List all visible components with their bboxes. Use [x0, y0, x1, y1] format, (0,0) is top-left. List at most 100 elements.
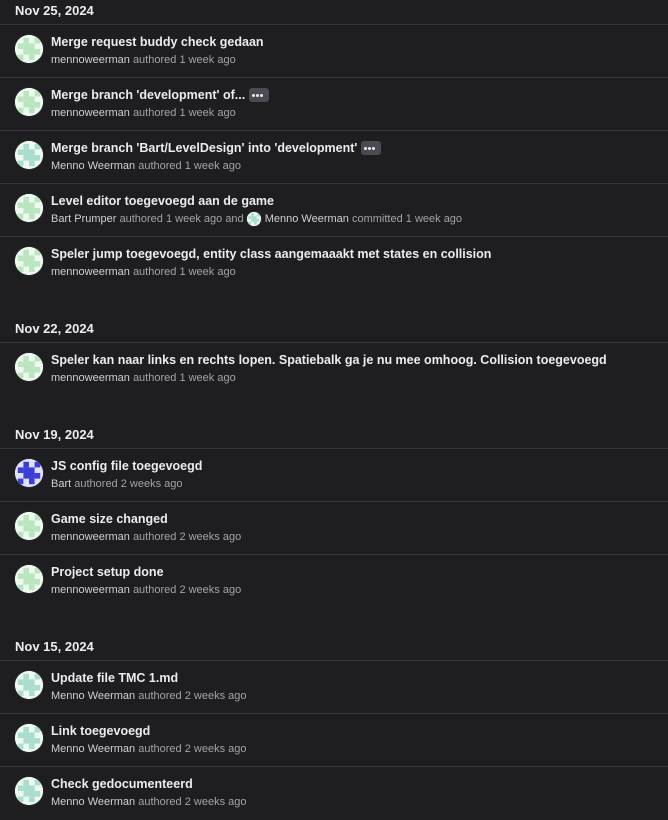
- commit-title[interactable]: Speler kan naar links en rechts lopen. S…: [51, 353, 607, 367]
- committer-link[interactable]: Menno Weerman: [265, 211, 349, 227]
- author-link[interactable]: mennoweerman: [51, 52, 130, 68]
- authored-label: authored: [132, 266, 177, 278]
- author-link[interactable]: mennoweerman: [51, 529, 130, 545]
- authored-label: authored: [119, 213, 163, 225]
- commit-content: Merge branch 'development' of... mennowee…: [51, 78, 270, 121]
- authored-label: authored: [132, 531, 177, 543]
- author-link[interactable]: Bart: [51, 476, 71, 492]
- commit-row[interactable]: Update file TMC 1.md Menno Weerman author…: [0, 661, 668, 714]
- commit-row[interactable]: Merge branch 'Bart/LevelDesign' into 'de…: [0, 131, 668, 184]
- author-avatar[interactable]: [15, 88, 43, 116]
- day-spacer: [0, 608, 668, 636]
- commit-title[interactable]: JS config file toegevoegd: [51, 459, 202, 473]
- commit-title-row: Update file TMC 1.md: [51, 670, 247, 687]
- ellipsis-dot: [252, 93, 256, 97]
- commit-title-row: Speler jump toegevoegd, entity class aan…: [51, 246, 491, 263]
- commit-row[interactable]: JS config file toegevoegd Bart authored 2…: [0, 449, 668, 502]
- author-avatar[interactable]: [15, 459, 43, 487]
- authored-label: authored: [132, 584, 177, 596]
- committed-label: committed: [351, 213, 403, 225]
- commit-title[interactable]: Update file TMC 1.md: [51, 671, 178, 685]
- author-link[interactable]: Menno Weerman: [51, 794, 135, 810]
- authored-label: authored: [132, 372, 177, 384]
- commit-title-row: Link toegevoegd: [51, 723, 247, 740]
- author-avatar[interactable]: [15, 565, 43, 593]
- commit-row[interactable]: Merge branch 'development' of... mennowee…: [0, 78, 668, 131]
- author-avatar[interactable]: [15, 35, 43, 63]
- ellipsis-dot: [256, 93, 260, 97]
- committer-avatar[interactable]: [246, 212, 261, 226]
- authored-label: authored: [138, 690, 182, 702]
- commit-meta: Bart authored 2 weeks ago: [51, 476, 202, 492]
- author-avatar[interactable]: [15, 777, 43, 805]
- author-link[interactable]: Menno Weerman: [51, 688, 135, 704]
- commit-content: Merge branch 'Bart/LevelDesign' into 'de…: [51, 131, 382, 174]
- author-avatar[interactable]: [15, 247, 43, 275]
- commit-title[interactable]: Link toegevoegd: [51, 724, 150, 738]
- commit-row[interactable]: Merge request buddy check gedaan mennowee…: [0, 25, 668, 78]
- author-avatar[interactable]: [15, 353, 43, 381]
- committed-time: 1 week ago: [405, 213, 463, 225]
- commit-title[interactable]: Check gedocumenteerd: [51, 777, 193, 791]
- commit-time: 1 week ago: [179, 266, 236, 278]
- commit-title-row: Game size changed: [51, 511, 241, 528]
- commit-meta: mennoweerman authored 1 week ago: [51, 264, 491, 280]
- authored-label: authored: [138, 743, 182, 755]
- authored-label: authored: [132, 107, 177, 119]
- date-header: Nov 25, 2024: [0, 0, 668, 25]
- author-link[interactable]: mennoweerman: [51, 582, 130, 598]
- author-link[interactable]: mennoweerman: [51, 105, 130, 121]
- commit-row[interactable]: Link toegevoegd Menno Weerman authored 2 …: [0, 714, 668, 767]
- commit-row[interactable]: Level editor toegevoegd aan de game Bart …: [0, 184, 668, 237]
- authored-label: authored: [138, 796, 182, 808]
- commit-meta: Menno Weerman authored 2 weeks ago: [51, 688, 247, 704]
- commit-time: 1 week ago: [184, 160, 241, 172]
- commit-time: 2 weeks ago: [184, 690, 247, 702]
- commit-row[interactable]: Speler kan naar links en rechts lopen. S…: [0, 343, 668, 396]
- commit-content: Level editor toegevoegd aan de game Bart …: [51, 184, 462, 227]
- commit-title[interactable]: Game size changed: [51, 512, 168, 526]
- commit-row[interactable]: Speler jump toegevoegd, entity class aan…: [0, 237, 668, 290]
- commit-title-row: Merge request buddy check gedaan: [51, 34, 264, 51]
- day-spacer: [0, 290, 668, 318]
- commit-meta: Menno Weerman authored 1 week ago: [51, 158, 381, 174]
- authored-label: authored: [132, 54, 177, 66]
- commit-meta: mennoweerman authored 1 week ago: [51, 52, 264, 68]
- ellipsis-dot: [260, 93, 264, 97]
- commit-title[interactable]: Project setup done: [51, 565, 164, 579]
- commit-title[interactable]: Speler jump toegevoegd, entity class aan…: [51, 247, 491, 261]
- author-avatar[interactable]: [15, 141, 43, 169]
- ellipsis-dot: [368, 146, 372, 150]
- author-avatar[interactable]: [15, 671, 43, 699]
- author-avatar[interactable]: [15, 512, 43, 540]
- author-link[interactable]: Menno Weerman: [51, 741, 135, 757]
- date-header: Nov 22, 2024: [0, 318, 668, 343]
- commit-row[interactable]: Game size changed mennoweerman authored 2…: [0, 502, 668, 555]
- commit-time: 2 weeks ago: [120, 478, 183, 490]
- and-label: and: [225, 213, 244, 225]
- commit-row[interactable]: Project setup done mennoweerman authored …: [0, 555, 668, 608]
- horizontal-ellipsis-icon[interactable]: [249, 87, 270, 102]
- commit-title[interactable]: Level editor toegevoegd aan de game: [51, 194, 274, 208]
- author-link[interactable]: mennoweerman: [51, 370, 130, 386]
- commit-title[interactable]: Merge branch 'Bart/LevelDesign' into 'de…: [51, 141, 357, 155]
- author-link[interactable]: Bart Prumper: [51, 211, 116, 227]
- commit-content: Link toegevoegd Menno Weerman authored 2 …: [51, 714, 247, 757]
- commit-time: 2 weeks ago: [184, 796, 247, 808]
- author-link[interactable]: Menno Weerman: [51, 158, 135, 174]
- commit-title[interactable]: Merge request buddy check gedaan: [51, 35, 264, 49]
- commit-title-row: Project setup done: [51, 564, 241, 581]
- commit-list: Nov 25, 2024 Merge request buddy check ge…: [0, 0, 668, 820]
- author-link[interactable]: mennoweerman: [51, 264, 130, 280]
- commit-meta: mennoweerman authored 2 weeks ago: [51, 582, 241, 598]
- commit-title-row: Speler kan naar links en rechts lopen. S…: [51, 352, 607, 369]
- author-avatar[interactable]: [15, 194, 43, 222]
- commit-content: Speler jump toegevoegd, entity class aan…: [51, 237, 491, 280]
- commit-title[interactable]: Merge branch 'development' of...: [51, 88, 245, 102]
- author-avatar[interactable]: [15, 724, 43, 752]
- commit-row[interactable]: Check gedocumenteerd Menno Weerman author…: [0, 767, 668, 820]
- commit-time: 2 weeks ago: [184, 743, 247, 755]
- commit-title-row: Level editor toegevoegd aan de game: [51, 193, 462, 210]
- ellipsis-dot: [364, 146, 368, 150]
- horizontal-ellipsis-icon[interactable]: [361, 140, 382, 155]
